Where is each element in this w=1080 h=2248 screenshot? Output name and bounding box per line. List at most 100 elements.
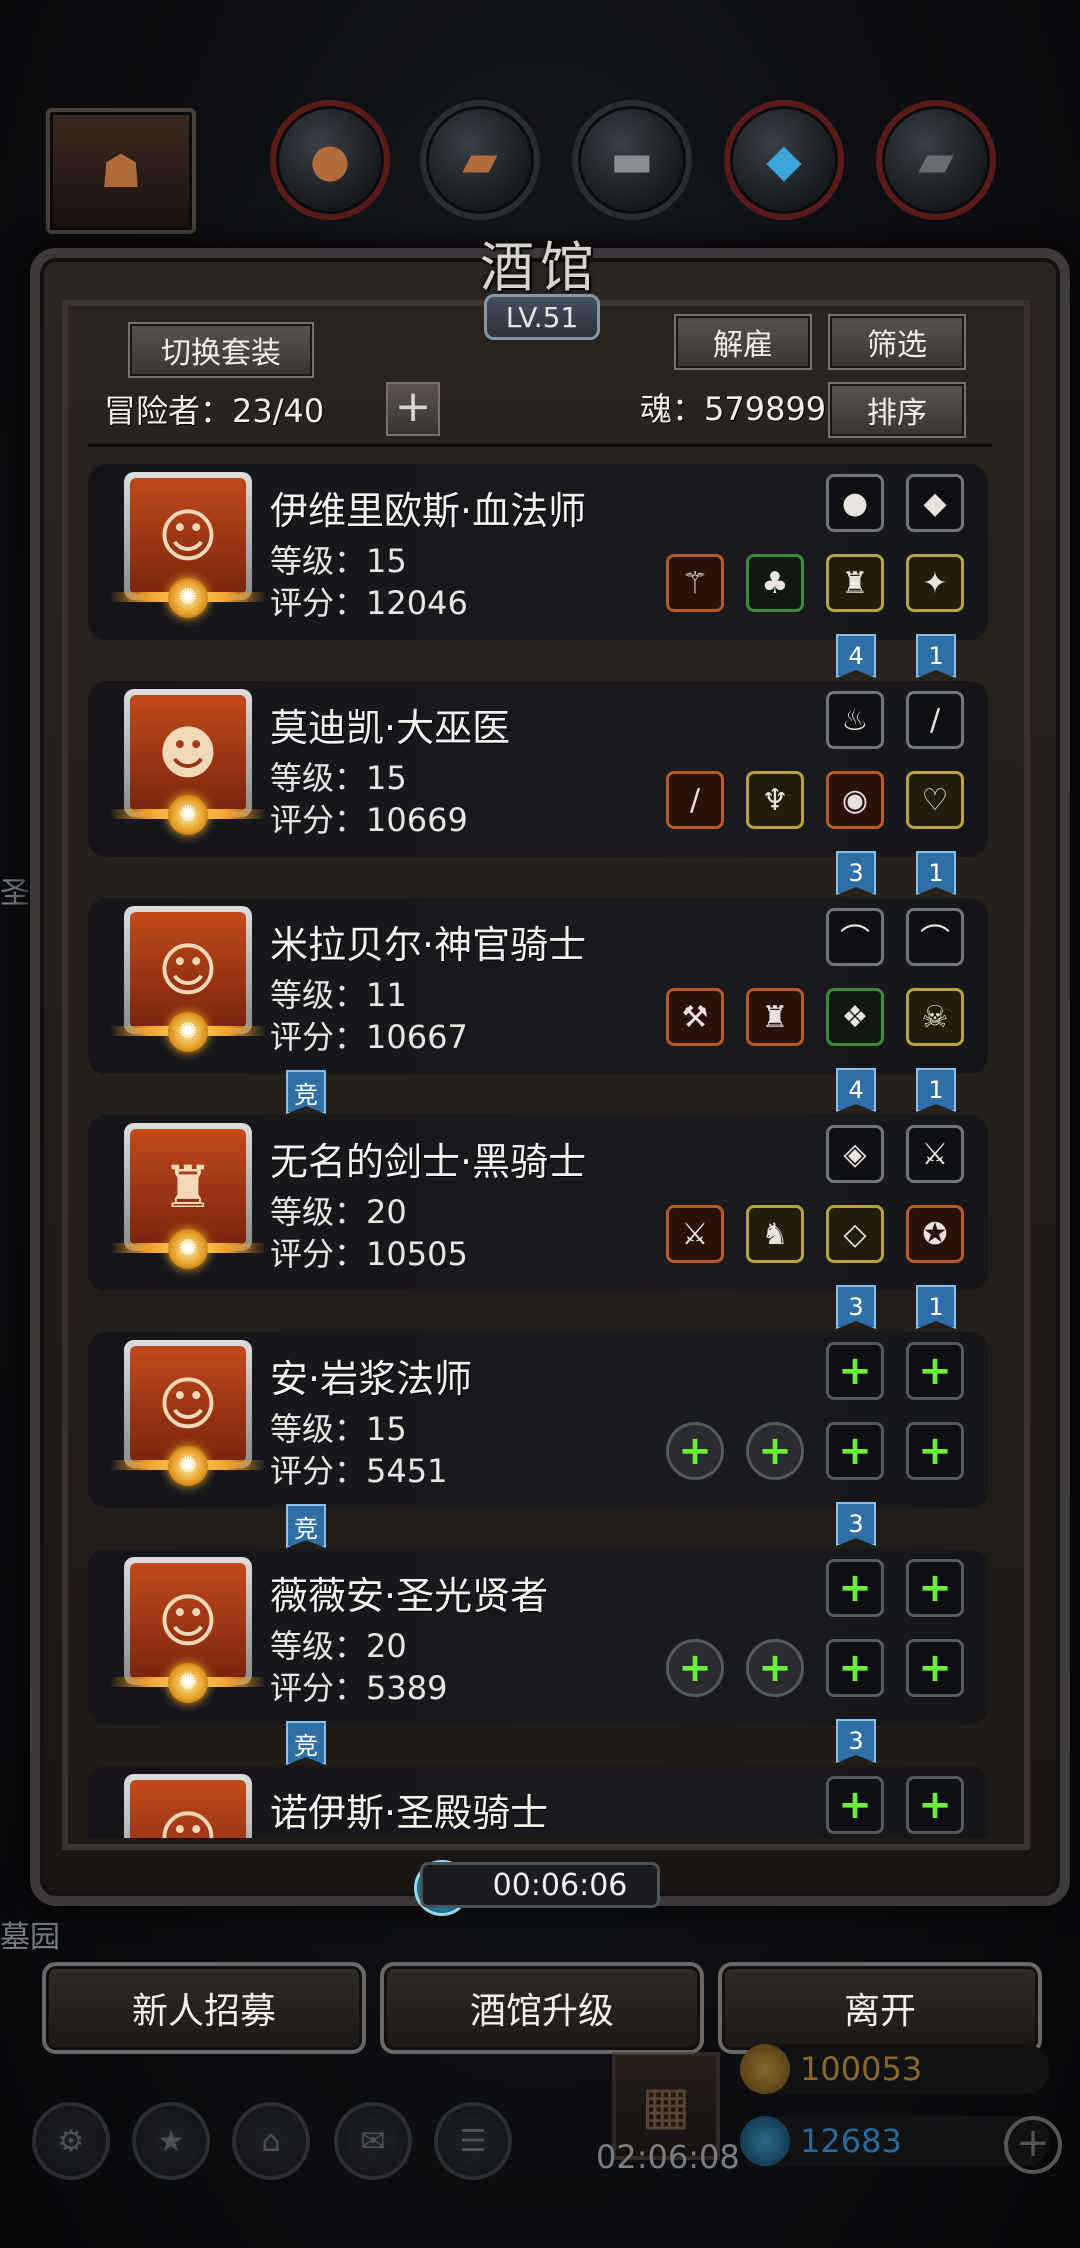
equipment-slot[interactable]: ☠: [906, 988, 964, 1046]
hood-icon: ☗: [100, 144, 142, 198]
slot-count-badge: 3: [836, 1719, 876, 1763]
chat-icon[interactable]: ☰: [434, 2102, 512, 2180]
equipment-slot[interactable]: ●: [826, 474, 884, 532]
side-label: 墓园: [0, 1920, 60, 1955]
equipment-slot[interactable]: +: [906, 1342, 964, 1400]
equipment-slot[interactable]: ♞: [746, 1205, 804, 1263]
gift-timer: 02:06:08: [596, 2138, 740, 2176]
tab-basketball[interactable]: ●: [270, 100, 390, 220]
equipment-slot[interactable]: +: [906, 1422, 964, 1480]
equipment-slot[interactable]: ⌒: [826, 908, 884, 966]
equipment-slot[interactable]: ∕: [666, 771, 724, 829]
equipment-slot[interactable]: +: [666, 1639, 724, 1697]
gear-icon[interactable]: ⚙: [32, 2102, 110, 2180]
equipment-slot[interactable]: ⚒: [666, 988, 724, 1046]
sort-button[interactable]: 排序: [828, 382, 966, 438]
switch-suit-button[interactable]: 切换套装: [128, 322, 314, 378]
rank-medal-icon: ✺: [168, 1229, 208, 1269]
gem-value: 12683: [800, 2122, 902, 2160]
gold-counter: 100053: [740, 2044, 1050, 2094]
rank-medal-icon: ✺: [168, 578, 208, 618]
hero-row[interactable]: ☺ ✺ 诺伊斯·圣殿骑士 ++: [88, 1762, 988, 1838]
hero-level: 等级：15: [270, 1410, 407, 1448]
tab-ingot[interactable]: ▰: [876, 100, 996, 220]
hero-row[interactable]: ☺ ✺ 薇薇安·圣光贤者 等级：20 评分：5389 + + + + + + 竞 3: [88, 1545, 988, 1765]
hero-avatar-icon: ☺: [130, 478, 246, 594]
equipment-slot[interactable]: +: [826, 1342, 884, 1400]
adventurer-count: 冒险者：23/40: [104, 392, 325, 430]
equipment-slot[interactable]: ♨: [826, 691, 884, 749]
equipment-slot[interactable]: ✦: [906, 554, 964, 612]
arena-badge: 竞: [286, 1504, 326, 1548]
ingot-icon: ▰: [918, 133, 954, 187]
recruit-button[interactable]: 新人招募: [42, 1962, 366, 2054]
refresh-timer: 00:06:06: [420, 1862, 660, 1908]
equipment-slot[interactable]: +: [826, 1422, 884, 1480]
equipment-slot[interactable]: +: [906, 1559, 964, 1617]
equipment-slot[interactable]: +: [906, 1639, 964, 1697]
hero-level: 等级：15: [270, 759, 407, 797]
gem-icon: [740, 2116, 790, 2166]
hero-avatar-icon: ☺: [130, 912, 246, 1028]
hero-name: 米拉贝尔·神官骑士: [270, 923, 587, 967]
equipment-slot[interactable]: ♡: [906, 771, 964, 829]
equipment-slot[interactable]: ✪: [906, 1205, 964, 1263]
rank-medal-icon: ✺: [168, 1446, 208, 1486]
add-slot-button[interactable]: +: [386, 382, 440, 436]
basketball-icon: ●: [309, 133, 351, 187]
crystal-icon: ◆: [766, 133, 802, 187]
add-currency-button[interactable]: +: [1004, 2116, 1062, 2174]
equipment-slot[interactable]: ◉: [826, 771, 884, 829]
equipment-slot[interactable]: ◈: [826, 1125, 884, 1183]
slot-count-badge: 4: [836, 634, 876, 678]
slot-count-badge: 1: [916, 851, 956, 895]
equipment-slot[interactable]: ⌒: [906, 908, 964, 966]
tab-crystal[interactable]: ◆: [724, 100, 844, 220]
shop-icon[interactable]: ⌂: [232, 2102, 310, 2180]
equipment-slot[interactable]: ◆: [906, 474, 964, 532]
hero-row[interactable]: ☺ ✺ 米拉贝尔·神官骑士 等级：11 评分：10667 ⌒ ⌒ ⚒ ♜ ❖ ☠ 竞 4 1: [88, 894, 988, 1114]
equipment-slot[interactable]: ∕: [906, 691, 964, 749]
equipment-slot[interactable]: ⚔: [906, 1125, 964, 1183]
hero-row[interactable]: ☺ ✺ 伊维里欧斯·血法师 等级：15 评分：12046 ● ◆ ⚚ ♣ ♜ ✦ 4 1: [88, 460, 988, 678]
hero-row[interactable]: ☺ ✺ 安·岩浆法师 等级：15 评分：5451 + + + + + + 竞 3: [88, 1328, 988, 1548]
equipment-slot[interactable]: +: [666, 1422, 724, 1480]
leave-button[interactable]: 离开: [718, 1962, 1042, 2054]
hero-level: 等级：20: [270, 1193, 407, 1231]
hero-list[interactable]: ☺ ✺ 伊维里欧斯·血法师 等级：15 评分：12046 ● ◆ ⚚ ♣ ♜ ✦ 4 1 ☻ ✺…: [88, 460, 988, 1838]
equipment-slot[interactable]: ◇: [826, 1205, 884, 1263]
hero-row[interactable]: ☻ ✺ 莫迪凯·大巫医 等级：15 评分：10669 ♨ ∕ ∕ ♆ ◉ ♡ 3 1: [88, 677, 988, 895]
equipment-slot[interactable]: +: [746, 1639, 804, 1697]
equipment-slot[interactable]: ♜: [826, 554, 884, 612]
upgrade-tavern-button[interactable]: 酒馆升级: [380, 1962, 704, 2054]
tab-wood[interactable]: ▰: [420, 100, 540, 220]
filter-button[interactable]: 筛选: [828, 314, 966, 370]
mail-icon[interactable]: ✉: [334, 2102, 412, 2180]
tab-hood[interactable]: ☗: [46, 108, 196, 234]
hero-portrait[interactable]: ☺: [124, 1774, 252, 1838]
hero-row[interactable]: ♜ ✺ 无名的剑士·黑骑士 等级：20 评分：10505 ◈ ⚔ ⚔ ♞ ◇ ✪ 3 1: [88, 1111, 988, 1329]
equipment-slot[interactable]: ♆: [746, 771, 804, 829]
equipment-slot[interactable]: +: [826, 1639, 884, 1697]
anvil-icon: ▬: [610, 133, 654, 187]
arena-badge: 竞: [286, 1070, 326, 1114]
equipment-slot[interactable]: ⚚: [666, 554, 724, 612]
equipment-slot[interactable]: +: [826, 1559, 884, 1617]
star-icon[interactable]: ★: [132, 2102, 210, 2180]
dismiss-button[interactable]: 解雇: [674, 314, 812, 370]
equipment-slot[interactable]: +: [906, 1776, 964, 1834]
hero-score: 评分：12046: [270, 584, 468, 622]
tab-anvil[interactable]: ▬: [572, 100, 692, 220]
hero-name: 薇薇安·圣光贤者: [270, 1574, 549, 1618]
hero-name: 安·岩浆法师: [270, 1357, 473, 1401]
equipment-slot[interactable]: ♜: [746, 988, 804, 1046]
gold-icon: [740, 2044, 790, 2094]
equipment-slot[interactable]: ❖: [826, 988, 884, 1046]
equipment-slot[interactable]: ♣: [746, 554, 804, 612]
equipment-slot[interactable]: +: [746, 1422, 804, 1480]
equipment-slot[interactable]: +: [826, 1776, 884, 1834]
hero-name: 伊维里欧斯·血法师: [270, 489, 587, 533]
divider: [88, 444, 992, 447]
slot-count-badge: 4: [836, 1068, 876, 1112]
equipment-slot[interactable]: ⚔: [666, 1205, 724, 1263]
